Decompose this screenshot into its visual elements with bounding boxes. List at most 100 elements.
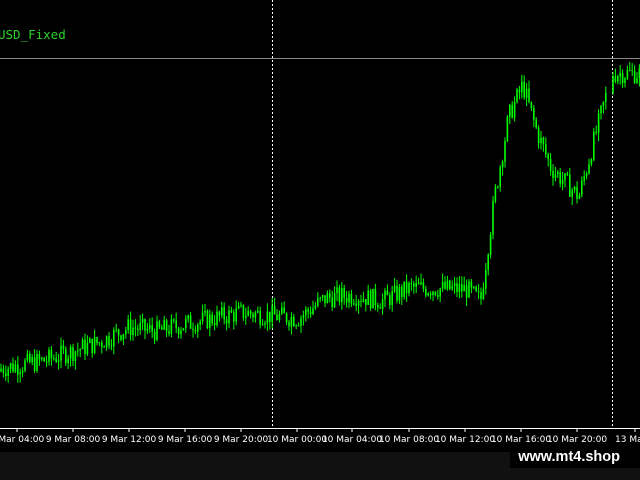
candle [398, 283, 401, 305]
candle [182, 327, 185, 331]
candle [631, 63, 633, 76]
candle [612, 71, 614, 95]
candle [257, 306, 259, 314]
candle [288, 320, 290, 331]
chart-canvas[interactable]: 9 Mar 04:009 Mar 08:009 Mar 12:009 Mar 1… [0, 0, 640, 452]
candle [552, 164, 554, 186]
candle [281, 302, 283, 315]
candle [324, 295, 326, 308]
candle [165, 318, 168, 337]
candle [235, 300, 237, 326]
candle [449, 279, 451, 291]
candle [230, 306, 233, 314]
candle [170, 314, 173, 338]
candle [425, 285, 427, 298]
candle [81, 337, 84, 350]
candle [341, 282, 343, 310]
candle [429, 291, 432, 300]
candle [439, 287, 441, 303]
candle [516, 88, 518, 104]
x-tick-label: 10 Mar 16:00 [491, 435, 551, 445]
candle [266, 303, 269, 331]
candle [386, 284, 389, 296]
candle [144, 318, 146, 340]
candle [410, 278, 413, 291]
candle [216, 305, 218, 328]
x-tick-label: 10 Mar 04:00 [322, 435, 382, 445]
candle [521, 74, 523, 99]
candle [389, 292, 391, 310]
candle [254, 310, 257, 323]
price-chart[interactable]: 9 Mar 04:009 Mar 08:009 Mar 12:009 Mar 1… [0, 0, 640, 452]
candle [353, 298, 355, 306]
candle [67, 354, 69, 370]
candle [473, 285, 475, 290]
candle [41, 356, 43, 362]
candle [372, 288, 374, 309]
candle [98, 341, 101, 347]
candle [247, 306, 249, 317]
candle [617, 74, 619, 85]
candle [2, 364, 5, 378]
candle [134, 319, 137, 337]
candle [93, 329, 96, 355]
candle [151, 317, 153, 338]
candle [494, 184, 497, 204]
candle [17, 356, 19, 383]
candle [331, 290, 333, 311]
candle [408, 281, 410, 297]
candle [115, 323, 117, 333]
candle [9, 362, 12, 374]
candle [84, 333, 86, 361]
candle [60, 337, 62, 368]
candle [240, 301, 242, 308]
candle [317, 292, 319, 308]
candle [336, 280, 338, 302]
candle [499, 164, 501, 192]
candle [173, 317, 175, 324]
candle [74, 350, 77, 370]
candle [401, 284, 403, 305]
candle [624, 77, 626, 88]
candle [605, 86, 607, 110]
candle [189, 312, 192, 329]
candle [312, 300, 314, 316]
candle [321, 294, 324, 302]
candle [451, 280, 453, 291]
candle [113, 327, 115, 355]
candle [89, 337, 91, 344]
candle [405, 274, 408, 302]
x-tick-label: 10 Mar 12:00 [435, 435, 495, 445]
candle [117, 328, 120, 344]
candle [369, 288, 372, 311]
candle [600, 104, 602, 120]
candle [261, 319, 264, 326]
candle [437, 289, 439, 300]
candle [513, 96, 516, 122]
candle [564, 172, 566, 188]
candle [501, 159, 504, 176]
candle [177, 326, 180, 339]
candle [19, 368, 21, 383]
candle [391, 285, 393, 312]
candle [297, 322, 300, 327]
candle [348, 290, 350, 309]
candle [108, 332, 110, 350]
candle [0, 363, 2, 373]
candle [590, 157, 593, 167]
candle [614, 68, 617, 84]
candle [597, 109, 600, 142]
candle [295, 324, 297, 330]
candle [180, 326, 182, 339]
candle [249, 309, 252, 319]
candle [554, 166, 557, 182]
candle [629, 61, 631, 72]
candle [357, 299, 360, 314]
candle [96, 336, 98, 346]
candle [199, 319, 201, 331]
candle [350, 289, 353, 307]
candle [5, 365, 7, 382]
candle [569, 168, 571, 198]
candle [422, 278, 425, 293]
candle [396, 279, 398, 304]
